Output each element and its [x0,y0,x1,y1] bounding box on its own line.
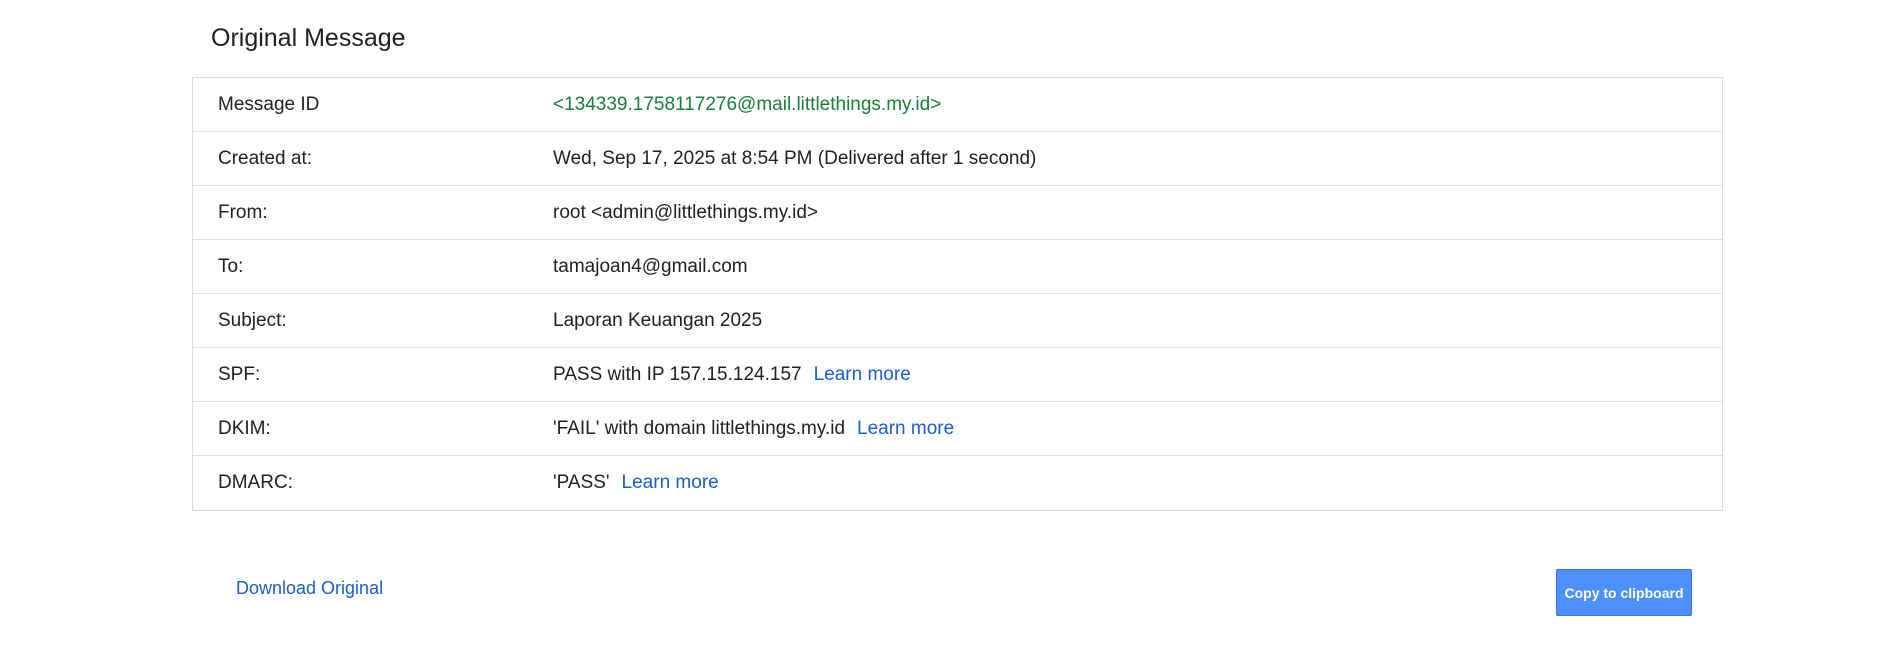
from-value: root <admin@littlethings.my.id> [553,201,818,223]
from-label: From: [218,201,268,223]
row-to: To: tamajoan4@gmail.com [193,240,1722,294]
created-at-value: Wed, Sep 17, 2025 at 8:54 PM (Delivered … [553,147,1037,169]
dkim-value: 'FAIL' with domain littlethings.my.id [553,417,846,439]
subject-label: Subject: [218,309,287,331]
row-from: From: root <admin@littlethings.my.id> [193,186,1722,240]
to-label: To: [218,255,244,277]
row-created-at: Created at: Wed, Sep 17, 2025 at 8:54 PM… [193,132,1722,186]
row-dkim: DKIM: 'FAIL' with domain littlethings.my… [193,402,1722,456]
message-details-table: Message ID <134339.1758117276@mail.littl… [192,77,1723,511]
row-subject: Subject: Laporan Keuangan 2025 [193,294,1722,348]
to-value: tamajoan4@gmail.com [553,255,748,277]
download-original-link[interactable]: Download Original [236,578,383,599]
row-dmarc: DMARC: 'PASS' Learn more [193,456,1722,510]
spf-value: PASS with IP 157.15.124.157 [553,363,802,385]
dmarc-label: DMARC: [218,472,293,493]
spf-label: SPF: [218,363,261,385]
message-id-value: <134339.1758117276@mail.littlethings.my.… [553,93,942,115]
created-at-label: Created at: [218,147,312,169]
copy-to-clipboard-button[interactable]: Copy to clipboard [1556,569,1692,616]
row-message-id: Message ID <134339.1758117276@mail.littl… [193,78,1722,132]
dkim-learn-more-link[interactable]: Learn more [857,418,954,440]
message-id-label: Message ID [218,93,320,115]
dkim-label: DKIM: [218,417,271,439]
spf-learn-more-link[interactable]: Learn more [814,364,911,386]
row-spf: SPF: PASS with IP 157.15.124.157 Learn m… [193,348,1722,402]
original-message-page: Original Message Message ID <134339.1758… [0,0,1900,651]
subject-value: Laporan Keuangan 2025 [553,309,763,331]
dmarc-value: 'PASS' [553,472,610,493]
page-title: Original Message [211,24,406,52]
dmarc-learn-more-link[interactable]: Learn more [622,472,719,494]
